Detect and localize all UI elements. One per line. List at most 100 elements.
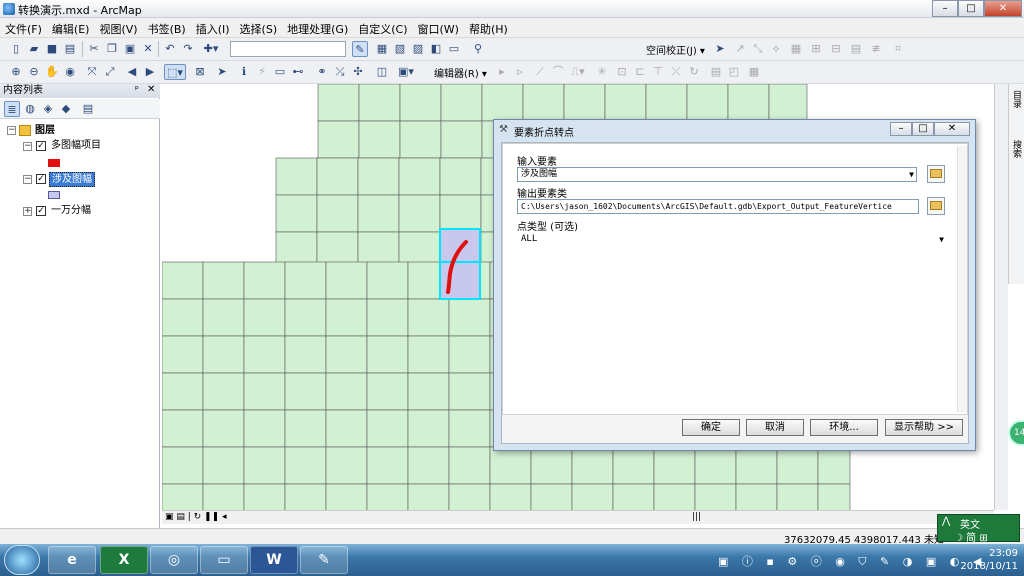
layer-0-checkbox[interactable]: ✓ [36,141,46,151]
system-clock[interactable]: 23:09 2018/10/11 [960,547,1018,573]
edit-annotation-icon[interactable]: ▹ [512,64,528,80]
tray-icons[interactable]: ▣ ⓘ ▪ ⚙ ⓞ ◉ ⛉ ✎ ◑ ▣ ◐ ◀ [718,553,986,569]
input-browse-folder-icon[interactable] [927,165,945,183]
toc-close-icon[interactable]: ✕ [147,84,155,95]
menu-view[interactable]: 视图(V) [94,18,142,40]
html-popup-icon[interactable]: ▭ [272,64,288,80]
toc-pin-icon[interactable]: ᵖ [135,85,139,95]
search-tab[interactable]: 搜索 [1011,140,1023,158]
straight-segment-icon[interactable]: ⟋ [532,64,548,80]
measure-tool-icon[interactable]: ⊷ [290,64,306,80]
side-badge[interactable]: 14 [1008,420,1024,446]
new-icon[interactable]: ▯ [8,41,24,57]
layer-1-name[interactable]: 涉及图幅 [49,172,95,187]
open-icon[interactable]: ▰ [26,41,42,57]
search-window-icon[interactable]: ▨ [410,41,426,57]
cancel-button[interactable]: 取消 [746,419,804,436]
new-link-icon[interactable]: ↗ [732,41,748,57]
collapse-layer-0-icon[interactable]: − [23,142,32,151]
expand-layers-icon[interactable]: − [7,126,16,135]
menu-select[interactable]: 选择(S) [235,18,283,40]
dialog-close-button[interactable]: ✕ [934,122,970,136]
back-icon[interactable]: ◀ [124,64,140,80]
create-features-icon[interactable]: ▦ [746,64,762,80]
output-feature-class-field[interactable]: C:\Users\jason_1602\Documents\ArcGIS\Def… [517,199,919,214]
fixed-zoom-out-icon[interactable]: ⤢ [102,64,118,80]
clear-selection-icon[interactable]: ⊠ [192,64,208,80]
scroll-thumb[interactable]: ||| [692,512,701,522]
measure-icon[interactable]: ⟡ [768,41,784,57]
menu-customize[interactable]: 自定义(C) [353,18,412,40]
menu-bookmarks[interactable]: 书签(B) [143,18,191,40]
minimize-button[interactable]: – [932,0,958,17]
ruler-icon[interactable]: ⌗ [890,41,906,57]
link-table-icon[interactable]: ▦ [788,41,804,57]
menu-geoprocessing[interactable]: 地理处理(G) [282,18,353,40]
output-browse-folder-icon[interactable] [927,197,945,215]
ime-tools[interactable]: ☽ 简 ⊞ [954,529,988,544]
delete-icon[interactable]: ✕ [140,41,156,57]
data-frame-label[interactable]: 图层 [35,124,55,137]
edge-match-icon[interactable]: ⊟ [828,41,844,57]
list-by-source-icon[interactable]: ◍ [22,101,38,117]
rotate-icon[interactable]: ↻ [686,64,702,80]
full-extent-icon[interactable]: ◉ [62,64,78,80]
cut-polygon-icon[interactable]: ⊤ [650,64,666,80]
show-help-button[interactable]: 显示帮助 >> [885,419,963,436]
menu-file[interactable]: 文件(F) [0,18,47,40]
attributes-icon[interactable]: ▤ [708,64,724,80]
parameters-scrollbar[interactable] [957,146,967,412]
point-icon[interactable]: ✳ [594,64,610,80]
maximize-button[interactable]: □ [958,0,984,17]
menu-insert[interactable]: 插入(I) [191,18,235,40]
excel-icon[interactable]: X [100,546,148,574]
arctoolbox-icon[interactable]: ◧ [428,41,444,57]
zoom-in-icon[interactable]: ⊕ [8,64,24,80]
layer-0-name[interactable]: 多图幅项目 [51,139,101,152]
list-by-drawing-order-icon[interactable]: ≣ [4,101,20,117]
add-data-icon[interactable]: ✚▾ [200,41,222,57]
sketch-properties-icon[interactable]: ◰ [726,64,742,80]
menu-edit[interactable]: 编辑(E) [47,18,95,40]
environments-button[interactable]: 环境... [810,419,878,436]
list-by-selection-icon[interactable]: ◆ [58,101,74,117]
python-icon[interactable]: ▭ [446,41,462,57]
layer-1-checkbox[interactable]: ✓ [36,174,46,184]
ime-bar[interactable]: ⋀ 英文 ☽ 简 ⊞ [937,514,1020,544]
map-horizontal-scrollbar[interactable]: ▣ ▤ | ↻ ❚❚ ◂ ||| [162,510,994,524]
paste-icon[interactable]: ▣ [122,41,138,57]
zoom-out-icon[interactable]: ⊖ [26,64,42,80]
layer-2-name[interactable]: 一万分幅 [51,204,91,217]
reshape-icon[interactable]: ⊏ [632,64,648,80]
identify-icon[interactable]: ℹ [236,64,252,80]
viewer-icon[interactable]: ▣▾ [396,64,416,80]
menu-windows[interactable]: 窗口(W) [413,18,464,40]
split-icon[interactable]: ⤬ [668,64,684,80]
close-button[interactable]: ✕ [984,0,1022,17]
forward-icon[interactable]: ▶ [142,64,158,80]
paint-icon[interactable]: ✎ [300,546,348,574]
dialog-maximize-button[interactable]: □ [912,122,934,136]
route-icon[interactable]: ⤰ [332,64,348,80]
goto-xy-icon[interactable]: ✣ [350,64,366,80]
attribute-transfer-icon[interactable]: ⊞ [808,41,824,57]
catalog-tab[interactable]: 目录 [1011,90,1023,108]
collapse-layer-1-icon[interactable]: − [23,175,32,184]
copy-icon[interactable]: ❐ [104,41,120,57]
input-features-combo[interactable]: 涉及图幅 ▼ [517,167,917,182]
select-elements-icon[interactable]: ➤ [214,64,230,80]
map-vertical-scrollbar[interactable] [994,84,1008,510]
cut-icon[interactable]: ✂ [86,41,102,57]
hyperlink-icon[interactable]: ⚡ [254,64,270,80]
edit-tool-icon[interactable]: ▸ [494,64,510,80]
ime-expand-icon[interactable]: ⋀ [942,516,950,527]
start-button[interactable] [4,545,40,575]
trace-icon[interactable]: ⎍▾ [570,64,586,80]
redo-icon[interactable]: ↷ [180,41,196,57]
multi-link-icon[interactable]: ⤡ [750,41,766,57]
adjust-table-icon[interactable]: ▤ [848,41,864,57]
toc-options-icon[interactable]: ▤ [80,101,96,117]
undo-icon[interactable]: ↶ [162,41,178,57]
model-builder-icon[interactable]: ⚲ [470,41,486,57]
explorer-icon[interactable]: ▭ [200,546,248,574]
